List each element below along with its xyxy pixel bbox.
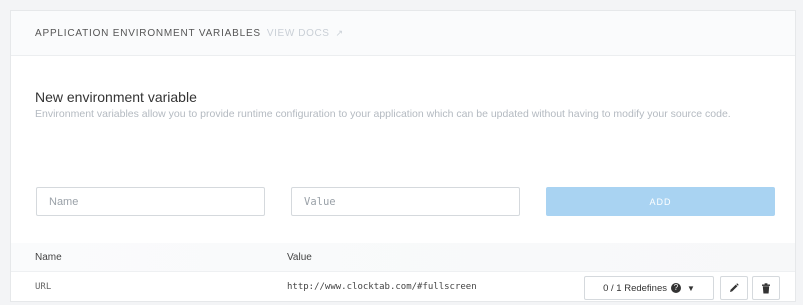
edit-button[interactable]	[720, 276, 748, 300]
redefines-dropdown[interactable]: 0 / 1 Redefines ? ▼	[584, 276, 714, 300]
section-title: New environment variable	[35, 89, 197, 105]
column-header-value: Value	[287, 252, 312, 263]
external-link-icon[interactable]: ↗	[336, 28, 344, 39]
view-docs-link[interactable]: VIEW DOCS	[267, 28, 330, 39]
table-header: Name Value	[11, 243, 795, 272]
env-variables-panel: APPLICATION ENVIRONMENT VARIABLES VIEW D…	[10, 10, 796, 302]
caret-down-icon: ▼	[686, 283, 695, 293]
section-description: Environment variables allow you to provi…	[35, 108, 731, 120]
add-button[interactable]: ADD	[546, 187, 775, 216]
table-row: URL http://www.clocktab.com/#fullscreen …	[11, 271, 795, 303]
redefines-label: 0 / 1 Redefines	[603, 282, 667, 294]
name-input[interactable]	[36, 187, 265, 216]
delete-button[interactable]	[752, 276, 780, 300]
value-input[interactable]	[291, 187, 520, 216]
panel-header: APPLICATION ENVIRONMENT VARIABLES VIEW D…	[11, 11, 795, 56]
panel-title: APPLICATION ENVIRONMENT VARIABLES	[35, 27, 261, 39]
trash-icon	[762, 282, 770, 293]
variable-name: URL	[35, 282, 52, 292]
variable-value: http://www.clocktab.com/#fullscreen	[287, 282, 477, 292]
pencil-icon	[730, 283, 739, 292]
question-circle-icon: ?	[670, 283, 681, 293]
column-header-name: Name	[35, 252, 62, 263]
